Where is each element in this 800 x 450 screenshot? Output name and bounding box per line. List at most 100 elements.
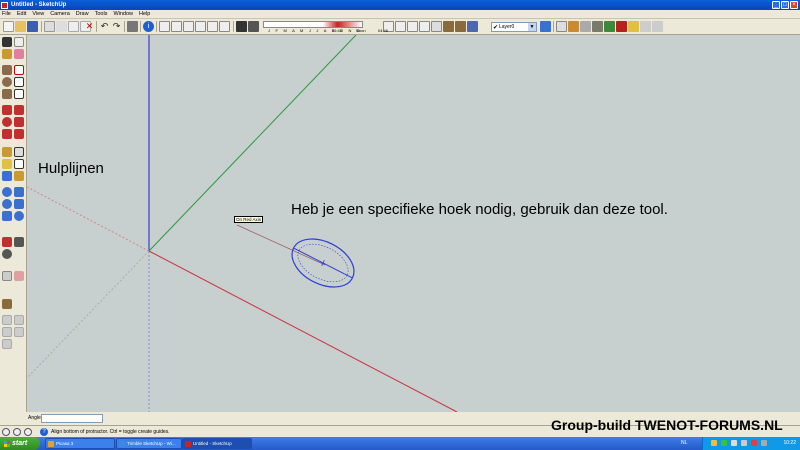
iso-view-icon[interactable] — [159, 21, 170, 32]
split-icon[interactable] — [2, 339, 12, 349]
component-icon[interactable] — [628, 21, 639, 32]
text-tool-icon[interactable] — [14, 159, 24, 169]
back-edges-icon[interactable] — [395, 21, 406, 32]
layer-manager-icon[interactable] — [467, 21, 478, 32]
eraser-icon[interactable] — [14, 49, 24, 59]
share-model-icon[interactable] — [604, 21, 615, 32]
arc-tool-icon[interactable] — [14, 77, 24, 87]
menu-camera[interactable]: Camera — [50, 11, 70, 17]
position-camera-icon[interactable] — [2, 237, 12, 247]
zoom-window-icon[interactable] — [14, 199, 24, 209]
cut-icon[interactable] — [56, 21, 67, 32]
shaded-textures-icon[interactable] — [443, 21, 454, 32]
shadows-toggle-icon[interactable] — [236, 21, 247, 32]
volume-icon[interactable] — [741, 440, 747, 446]
axes-tool-icon[interactable] — [2, 171, 12, 181]
user-icon[interactable] — [24, 428, 32, 436]
menu-draw[interactable]: Draw — [76, 11, 89, 17]
line-tool-icon[interactable] — [14, 65, 24, 75]
left-view-icon[interactable] — [219, 21, 230, 32]
task-picasa[interactable]: Picasa 3 — [45, 438, 115, 449]
security-icon[interactable] — [751, 440, 757, 446]
follow-me-icon[interactable] — [652, 21, 663, 32]
zoom-tool-icon[interactable] — [2, 199, 12, 209]
rectangle-tool-icon[interactable] — [2, 65, 12, 75]
minimize-button[interactable]: _ — [772, 1, 780, 9]
menu-help[interactable]: Help — [139, 11, 150, 17]
back-view-icon[interactable] — [207, 21, 218, 32]
circle-tool-icon[interactable] — [2, 77, 12, 87]
toggle-terrain-icon[interactable] — [580, 21, 591, 32]
tray-icon-2[interactable] — [721, 440, 727, 446]
network-icon[interactable] — [731, 440, 737, 446]
freehand-tool-icon[interactable] — [14, 89, 24, 99]
help-icon[interactable]: ? — [40, 428, 48, 436]
get-models-icon[interactable] — [592, 21, 603, 32]
start-button[interactable]: start — [0, 437, 40, 450]
shadow-time-slider[interactable] — [263, 21, 363, 28]
look-around-icon[interactable] — [2, 249, 12, 259]
extension-warehouse-icon[interactable] — [616, 21, 627, 32]
task-sketchup-untitled[interactable]: Untitled - SketchUp — [182, 438, 252, 449]
pan-tool-icon[interactable] — [14, 187, 24, 197]
geo-location-icon[interactable] — [2, 428, 10, 436]
redo-icon[interactable]: ↷ — [111, 21, 122, 32]
orbit-tool-icon[interactable] — [2, 187, 12, 197]
menu-edit[interactable]: Edit — [17, 11, 26, 17]
top-view-icon[interactable] — [171, 21, 182, 32]
zoom-extents-icon[interactable] — [14, 211, 24, 221]
offset-tool-icon[interactable] — [14, 129, 24, 139]
tray-icon-1[interactable] — [711, 440, 717, 446]
tray-icon-6[interactable] — [761, 440, 767, 446]
outliner-icon[interactable] — [2, 299, 12, 309]
maximize-button[interactable]: □ — [781, 1, 789, 9]
layer-details-icon[interactable] — [540, 21, 551, 32]
make-component-tool-icon[interactable] — [14, 37, 24, 47]
section-display-icon[interactable] — [14, 271, 24, 281]
push-pull-tool-icon[interactable] — [14, 105, 24, 115]
protractor-tool-icon[interactable] — [2, 159, 12, 169]
sandbox-icon[interactable] — [640, 21, 651, 32]
layer-dropdown[interactable]: ✔ Layer0 ▼ — [491, 22, 537, 32]
section-plane-icon[interactable] — [2, 271, 12, 281]
model-info-icon[interactable]: i — [143, 21, 154, 32]
trim-icon[interactable] — [14, 327, 24, 337]
subtract-icon[interactable] — [2, 327, 12, 337]
dimension-tool-icon[interactable] — [14, 147, 24, 157]
3d-text-tool-icon[interactable] — [14, 171, 24, 181]
chevron-down-icon[interactable]: ▼ — [528, 23, 536, 31]
monochrome-icon[interactable] — [455, 21, 466, 32]
credits-icon[interactable] — [13, 428, 21, 436]
paint-bucket-icon[interactable] — [2, 49, 12, 59]
right-view-icon[interactable] — [195, 21, 206, 32]
photo-textures-icon[interactable] — [556, 21, 567, 32]
move-tool-icon[interactable] — [2, 105, 12, 115]
copy-icon[interactable] — [68, 21, 79, 32]
intersect-icon[interactable] — [2, 315, 12, 325]
tape-measure-icon[interactable] — [2, 147, 12, 157]
rotate-tool-icon[interactable] — [2, 117, 12, 127]
add-location-icon[interactable] — [568, 21, 579, 32]
scale-tool-icon[interactable] — [2, 129, 12, 139]
drawing-viewport[interactable] — [27, 35, 800, 412]
walk-tool-icon[interactable] — [14, 237, 24, 247]
measurement-input[interactable] — [41, 414, 103, 423]
make-component-icon[interactable] — [44, 21, 55, 32]
hidden-line-icon[interactable] — [419, 21, 430, 32]
shaded-icon[interactable] — [431, 21, 442, 32]
print-icon[interactable] — [127, 21, 138, 32]
save-icon[interactable] — [27, 21, 38, 32]
front-view-icon[interactable] — [183, 21, 194, 32]
task-trimble-sketchup[interactable]: Trimble SketchUp - Wi... — [116, 438, 182, 449]
menu-file[interactable]: File — [2, 11, 11, 17]
menu-tools[interactable]: Tools — [95, 11, 108, 17]
new-file-icon[interactable] — [3, 21, 14, 32]
open-folder-icon[interactable] — [15, 21, 26, 32]
union-icon[interactable] — [14, 315, 24, 325]
select-tool-icon[interactable] — [2, 37, 12, 47]
previous-view-icon[interactable] — [2, 211, 12, 221]
language-indicator[interactable]: NL — [681, 440, 687, 446]
polygon-tool-icon[interactable] — [2, 89, 12, 99]
follow-me-tool-icon[interactable] — [14, 117, 24, 127]
erase-x-icon[interactable]: ✕ — [84, 21, 95, 32]
